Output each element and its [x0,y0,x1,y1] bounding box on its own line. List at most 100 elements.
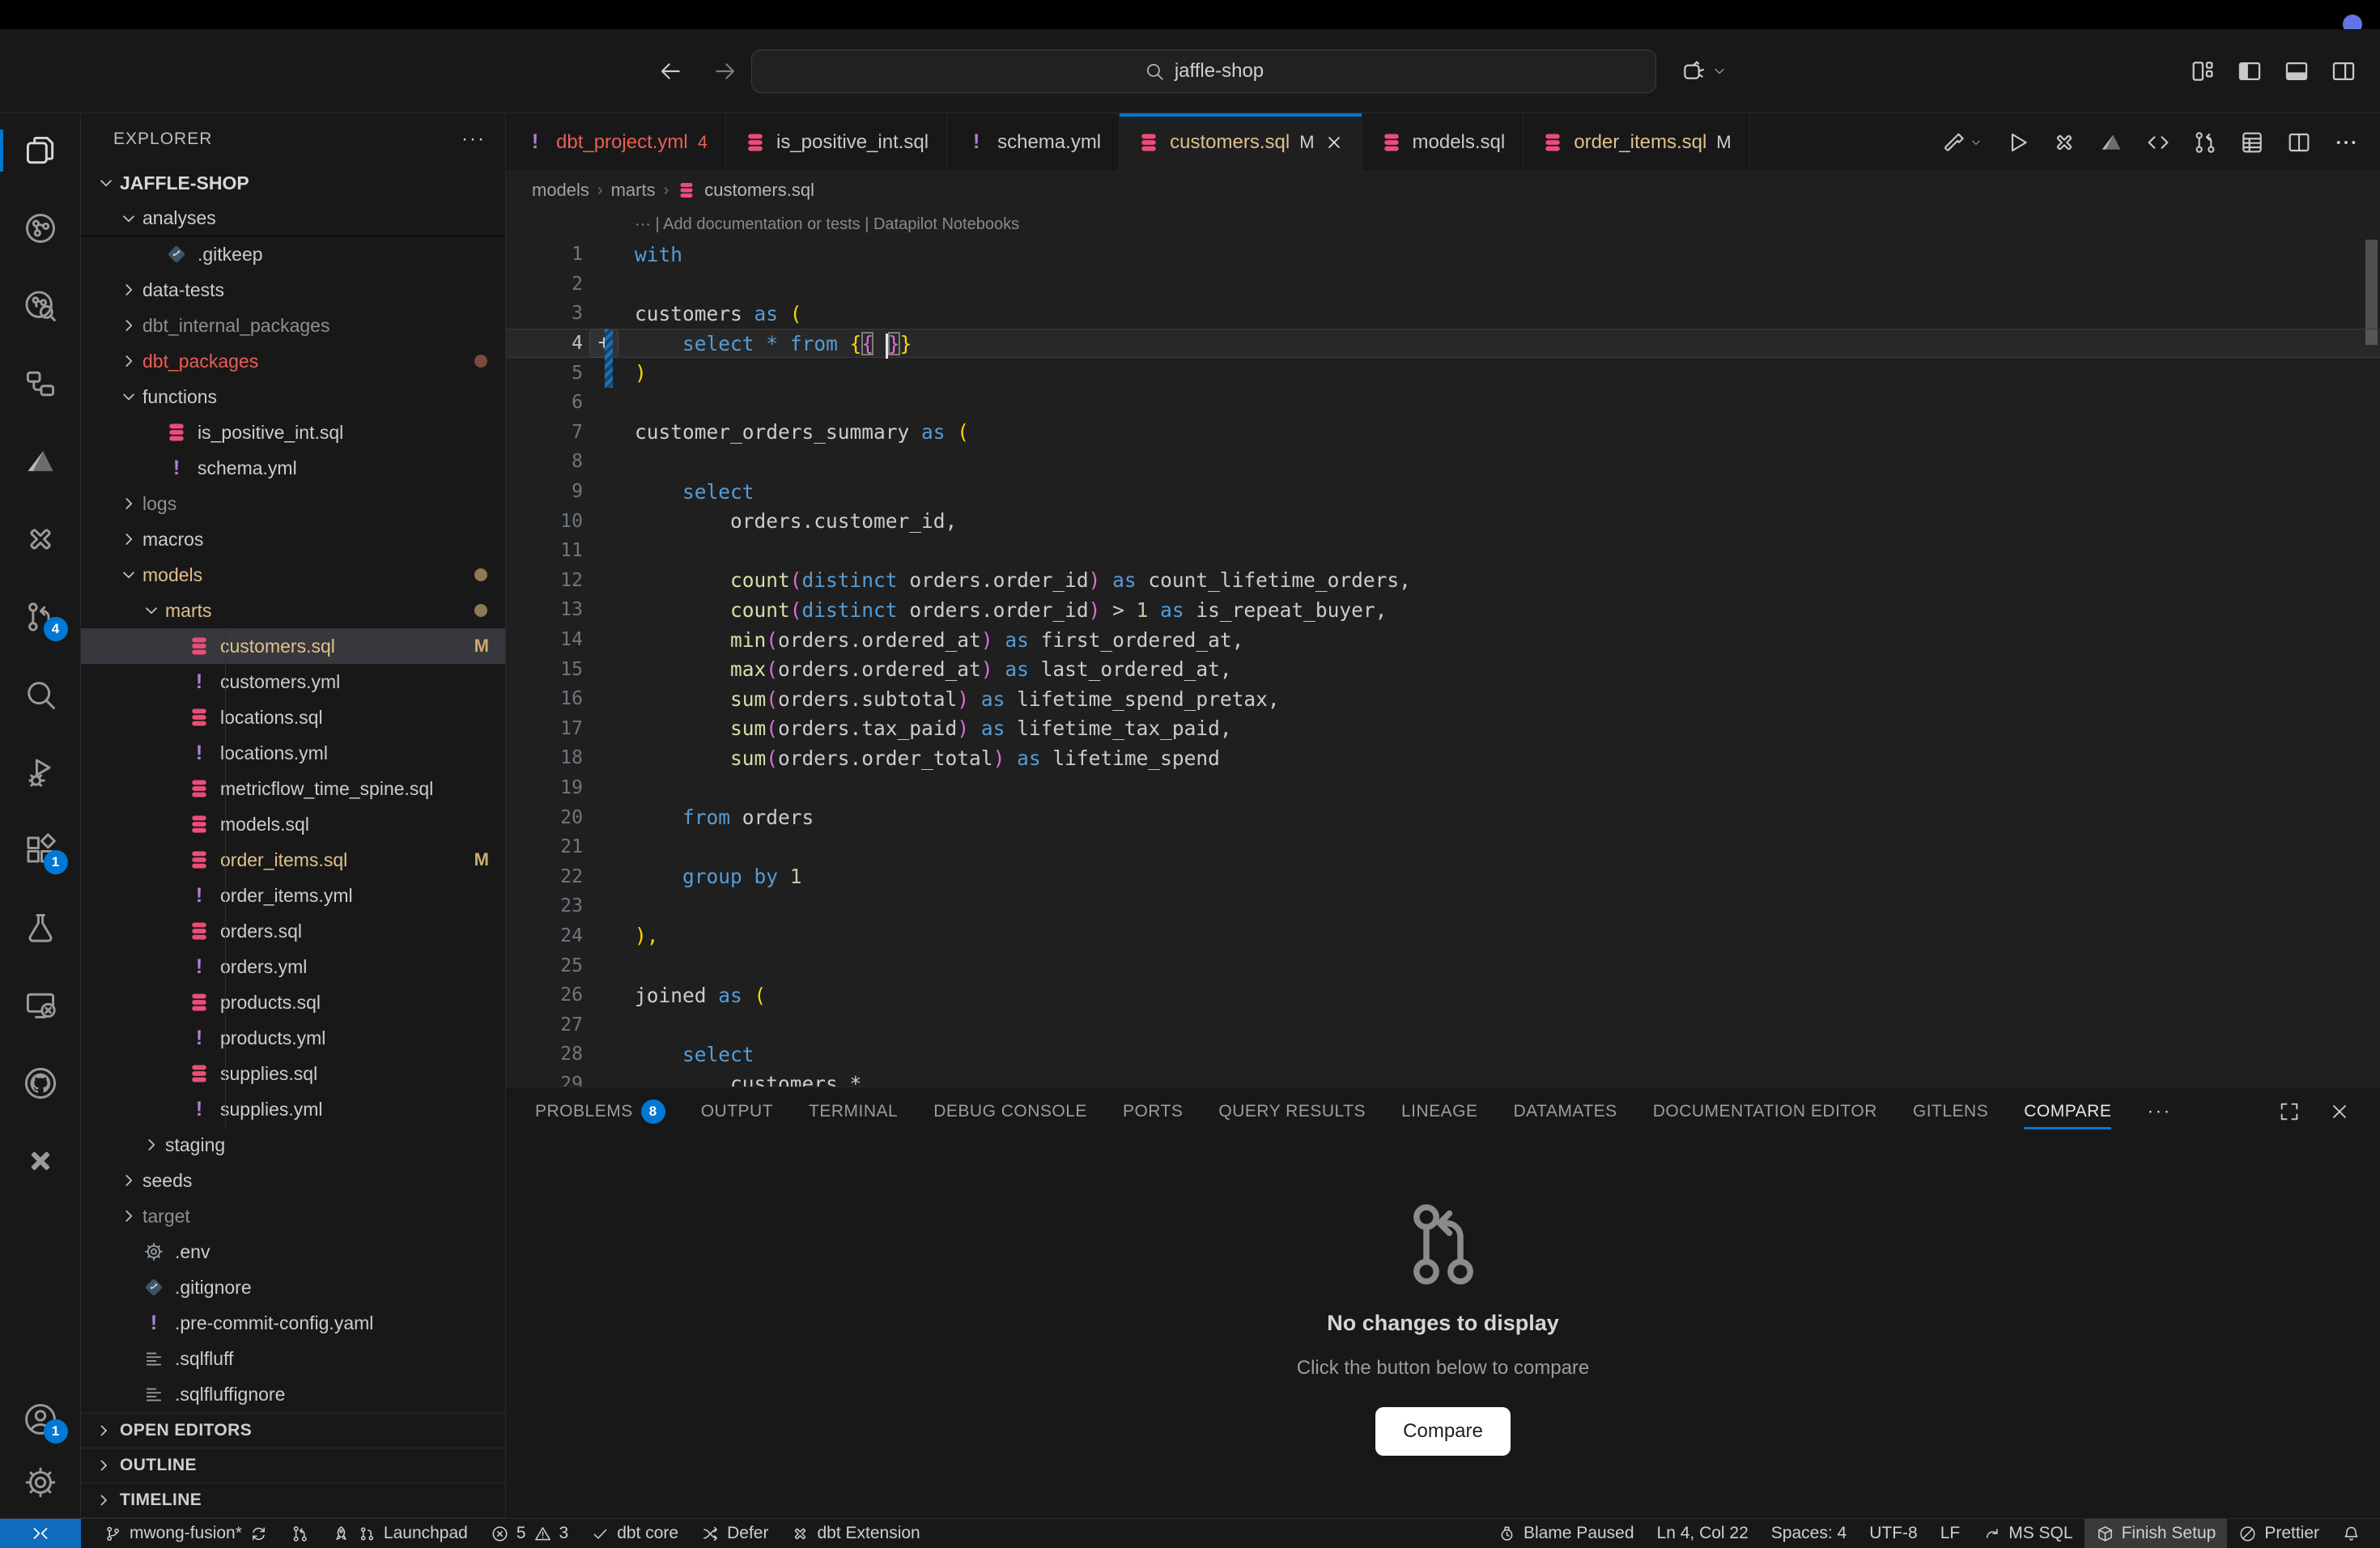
panel-tab-gitlens[interactable]: GITLENS [1913,1087,1988,1136]
code-editor[interactable]: 1with23customers as (4+ select * from {{… [506,240,2380,1087]
more-actions-ellipsis-icon[interactable] [2333,130,2359,155]
tree-item-customers-yml[interactable]: !customers.yml [81,664,505,700]
datafold-action-datafold-icon[interactable] [2098,130,2124,155]
add-documentation-button[interactable]: + [589,329,618,358]
activity-bar-item-remote-explorer[interactable] [23,988,58,1023]
panel-tab-lineage[interactable]: LINEAGE [1401,1087,1478,1136]
compare-button[interactable]: Compare [1375,1407,1511,1456]
run-query-play-icon[interactable] [2004,130,2030,155]
code-line-8[interactable]: 8 [506,447,2380,477]
tree-item-customers-sql[interactable]: customers.sqlM [81,628,505,664]
tree-item-order-items-sql[interactable]: order_items.sqlM [81,842,505,878]
tab-is-positive-int-sql[interactable]: is_positive_int.sql [726,113,947,171]
tree-item-marts[interactable]: marts [81,593,505,628]
code-line-26[interactable]: 26joined as ( [506,980,2380,1010]
activity-bar-item-flowchart[interactable] [23,366,58,402]
open-changes-code-tag-icon[interactable] [2145,130,2171,155]
code-line-17[interactable]: 17 sum(orders.tax_paid) as lifetime_tax_… [506,714,2380,744]
status-eol[interactable]: LF [1929,1519,1972,1548]
close-icon[interactable] [1324,133,1344,152]
panel-tab-debug-console[interactable]: DEBUG CONSOLE [933,1087,1087,1136]
code-line-14[interactable]: 14 min(orders.ordered_at) as first_order… [506,625,2380,655]
code-line-7[interactable]: 7customer_orders_summary as ( [506,418,2380,448]
tree-item-orders-yml[interactable]: !orders.yml [81,949,505,985]
status-encoding[interactable]: UTF-8 [1858,1519,1929,1548]
customize-layout-icon[interactable] [2189,57,2216,85]
tree-item--gitkeep[interactable]: .gitkeep [81,236,505,272]
tree-item-models[interactable]: models [81,557,505,593]
tree-item-schema-yml[interactable]: !schema.yml [81,450,505,486]
toggle-secondary-sidebar-icon[interactable] [2330,57,2357,85]
tab-customers-sql[interactable]: customers.sqlM [1120,113,1362,172]
tree-item-models-sql[interactable]: models.sql [81,806,505,842]
tree-item-locations-yml[interactable]: !locations.yml [81,735,505,771]
code-line-22[interactable]: 22 group by 1 [506,861,2380,891]
tree-item-staging[interactable]: staging [81,1127,505,1163]
tree-item-supplies-yml[interactable]: !supplies.yml [81,1091,505,1127]
sidebar-section-outline[interactable]: OUTLINE [81,1448,505,1483]
code-line-19[interactable]: 19 [506,773,2380,803]
codelens[interactable]: ··· | Add documentation or tests | Datap… [506,209,2380,240]
activity-bar-item-github[interactable] [23,1065,58,1101]
status-finish-setup[interactable]: Finish Setup [2085,1519,2228,1548]
split-editor-split-icon[interactable] [2286,130,2312,155]
panel-tab-datamates[interactable]: DATAMATES [1514,1087,1617,1136]
breadcrumb[interactable]: models›marts›customers.sql [506,172,2380,209]
code-line-27[interactable]: 27 [506,1010,2380,1040]
dbt-power-user-action-dbt-x-icon[interactable] [2051,130,2077,155]
status-dbt-core[interactable]: dbt core [580,1519,690,1548]
status-blame-status[interactable]: Blame Paused [1486,1519,1646,1548]
tree-item-products-sql[interactable]: products.sql [81,985,505,1020]
code-line-23[interactable]: 23 [506,891,2380,921]
activity-bar-item-dbt-power-user[interactable] [23,521,58,557]
code-line-24[interactable]: 24), [506,921,2380,951]
status-prettier[interactable]: Prettier [2227,1519,2331,1548]
status-language-mode[interactable]: MS SQL [1971,1519,2084,1548]
tree-item--sqlfluffignore[interactable]: .sqlfluffignore [81,1376,505,1412]
tree-item--pre-commit-config-yaml[interactable]: !.pre-commit-config.yaml [81,1305,505,1341]
panel-tab-documentation-editor[interactable]: DOCUMENTATION EDITOR [1653,1087,1877,1136]
panel-tab-terminal[interactable]: TERMINAL [809,1087,898,1136]
breadcrumb-item[interactable]: models [532,180,589,201]
code-line-6[interactable]: 6 [506,388,2380,418]
tree-item-locations-sql[interactable]: locations.sql [81,700,505,735]
code-line-1[interactable]: 1with [506,240,2380,270]
activity-bar-item-dbt-lineage[interactable] [23,211,58,246]
query-results-table-icon[interactable] [2239,130,2265,155]
tree-item-is-positive-int-sql[interactable]: is_positive_int.sql [81,415,505,450]
code-line-4[interactable]: 4+ select * from {{ }} [506,329,2380,359]
pull-request-pr-icon[interactable] [2192,130,2218,155]
activity-bar-item-testing[interactable] [23,910,58,946]
panel-tab-compare[interactable]: COMPARE [2024,1087,2111,1136]
maximize-panel-icon[interactable] [2278,1100,2301,1123]
activity-bar-item-datafold[interactable] [23,444,58,479]
code-line-2[interactable]: 2 [506,270,2380,300]
status-problems-summary[interactable]: 53 [479,1519,580,1548]
tree-item-dbt-internal-packages[interactable]: dbt_internal_packages [81,308,505,343]
status-launchpad[interactable]: Launchpad [321,1519,479,1548]
tree-item-analyses[interactable]: analyses [81,201,505,236]
status-git-branch[interactable]: mwong-fusion* [92,1519,279,1548]
tree-item-dbt-packages[interactable]: dbt_packages [81,343,505,379]
status-notifications[interactable] [2331,1519,2372,1548]
code-line-21[interactable]: 21 [506,832,2380,862]
code-line-28[interactable]: 28 select [506,1040,2380,1070]
tab-models-sql[interactable]: models.sql [1362,113,1524,171]
toggle-primary-sidebar-icon[interactable] [2236,57,2263,85]
tree-item-macros[interactable]: macros [81,521,505,557]
command-center-search[interactable]: jaffle-shop [751,49,1656,93]
status-defer[interactable]: Defer [690,1519,780,1548]
tree-item-functions[interactable]: functions [81,379,505,415]
tree-item-jaffle-shop[interactable]: JAFFLE-SHOP [81,165,505,201]
code-line-25[interactable]: 25 [506,950,2380,980]
tree-item-target[interactable]: target [81,1198,505,1234]
sidebar-section-open-editors[interactable]: OPEN EDITORS [81,1414,505,1448]
activity-bar-item-dbt-extension[interactable] [23,1143,58,1179]
breadcrumb-item[interactable]: marts [611,180,656,201]
tree-item-seeds[interactable]: seeds [81,1163,505,1198]
tree-item-data-tests[interactable]: data-tests [81,272,505,308]
code-line-5[interactable]: 5) [506,358,2380,388]
status-cursor-position[interactable]: Ln 4, Col 22 [1646,1519,1760,1548]
panel-tab-problems[interactable]: PROBLEMS8 [535,1087,665,1136]
activity-bar-item-extensions[interactable]: 1 [23,832,58,868]
